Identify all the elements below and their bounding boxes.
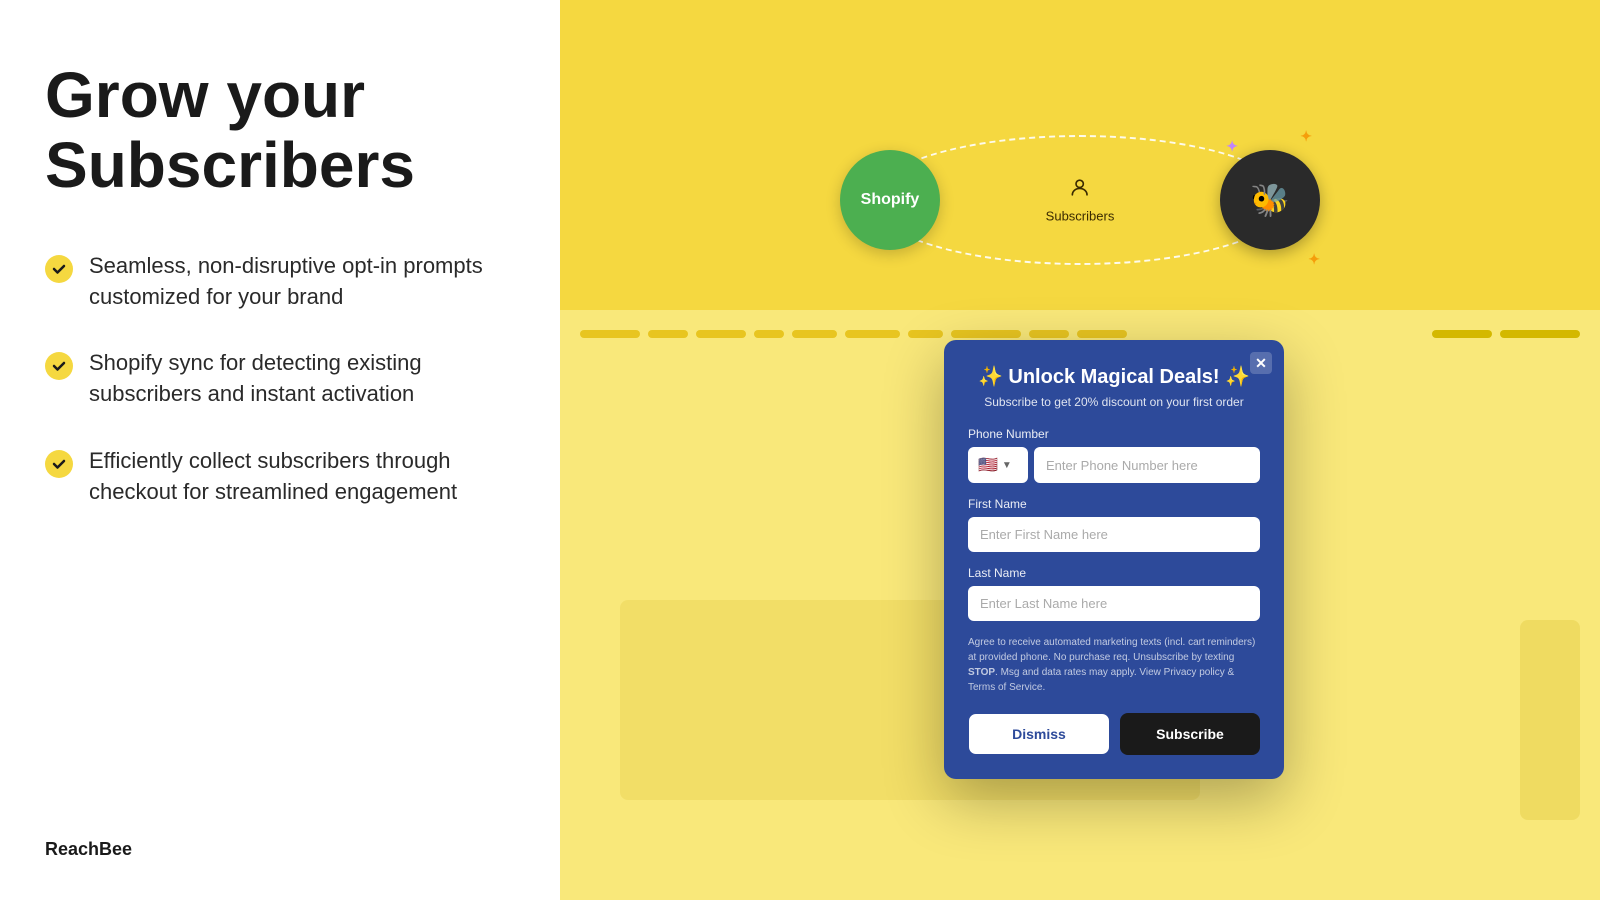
shopify-label: Shopify [861,191,920,209]
first-name-input[interactable] [968,517,1260,552]
main-title: Grow your Subscribers [45,60,515,201]
modal-subtitle: Subscribe to get 20% discount on your fi… [968,395,1260,409]
bee-emoji: 🐝 [1250,181,1290,219]
consent-text-part2: . Msg and data rates may apply. View Pri… [968,667,1234,693]
subscribe-button[interactable]: Subscribe [1120,713,1260,755]
dash-segment [792,330,837,338]
left-content: Grow your Subscribers Seamless, non-disr… [45,60,515,799]
subscription-modal: ✕ ✨ Unlock Magical Deals! ✨ Subscribe to… [944,340,1284,779]
dash-segment-right [1432,330,1492,338]
dismiss-button[interactable]: Dismiss [968,713,1110,755]
person-icon [1046,177,1115,205]
check-icon-1 [45,255,73,283]
phone-field-group: Phone Number 🇺🇸 ▼ [968,427,1260,483]
consent-text: Agree to receive automated marketing tex… [968,635,1260,695]
modal-title: ✨ Unlock Magical Deals! ✨ [968,364,1260,389]
left-panel: Grow your Subscribers Seamless, non-disr… [0,0,560,900]
country-flag-select[interactable]: 🇺🇸 ▼ [968,447,1028,483]
last-name-label: Last Name [968,566,1260,580]
sparkle-top-right-icon: ✦ [1300,128,1312,145]
dash-segment [845,330,900,338]
subscribers-label: Subscribers [1046,209,1115,224]
check-icon-3 [45,450,73,478]
dash-segment [696,330,746,338]
phone-label: Phone Number [968,427,1260,441]
dash-segment [1077,330,1127,338]
list-item: Shopify sync for detecting existing subs… [45,348,515,410]
modal-buttons: Dismiss Subscribe [968,713,1260,755]
last-name-field-group: Last Name [968,566,1260,621]
dash-segment [1029,330,1069,338]
dash-segment-right [1500,330,1580,338]
dash-segment [648,330,688,338]
feature-text-1: Seamless, non-disruptive opt-in prompts … [89,251,515,313]
sparkle-bottom-right-icon: ✦ [1308,251,1320,268]
list-item: Seamless, non-disruptive opt-in prompts … [45,251,515,313]
sparkle-top-left-icon: ✦ [1226,138,1238,155]
diagram-container: Shopify Subscribers 🐝 ✦ ✦ ✦ [830,110,1330,290]
close-icon: ✕ [1255,355,1267,372]
dash-segment [908,330,943,338]
phone-input-row: 🇺🇸 ▼ [968,447,1260,483]
brand-name: ReachBee [45,839,515,860]
subscribers-center: Subscribers [1046,177,1115,224]
features-list: Seamless, non-disruptive opt-in prompts … [45,251,515,508]
consent-text-part1: Agree to receive automated marketing tex… [968,637,1255,663]
feature-text-3: Efficiently collect subscribers through … [89,446,515,508]
consent-stop: STOP [968,667,995,678]
phone-input[interactable] [1034,447,1260,483]
first-name-label: First Name [968,497,1260,511]
diagram-area: Shopify Subscribers 🐝 ✦ ✦ ✦ [560,90,1600,310]
list-item: Efficiently collect subscribers through … [45,446,515,508]
right-panel: Shopify Subscribers 🐝 ✦ ✦ ✦ [560,0,1600,900]
title-line2: Subscribers [45,129,415,201]
dash-segment [951,330,1021,338]
check-icon-2 [45,352,73,380]
flag-emoji: 🇺🇸 [978,455,998,475]
shopify-circle: Shopify [840,150,940,250]
close-button[interactable]: ✕ [1250,352,1272,374]
bee-circle: 🐝 [1220,150,1320,250]
title-line1: Grow your [45,59,365,131]
chevron-down-icon: ▼ [1002,460,1012,471]
feature-text-2: Shopify sync for detecting existing subs… [89,348,515,410]
bottom-deco-right [1520,620,1580,820]
dash-segment [754,330,784,338]
first-name-field-group: First Name [968,497,1260,552]
dashed-line-decoration [560,330,1600,338]
last-name-input[interactable] [968,586,1260,621]
dash-segment [580,330,640,338]
